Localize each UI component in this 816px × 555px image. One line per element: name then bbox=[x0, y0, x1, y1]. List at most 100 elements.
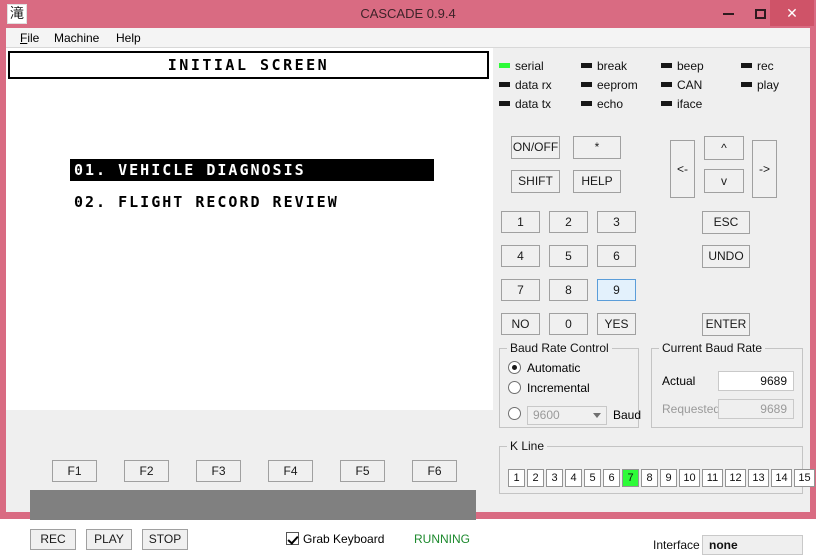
kline-cell-13[interactable]: 13 bbox=[748, 469, 769, 487]
key-yes[interactable]: YES bbox=[597, 313, 636, 335]
kline-cell-2[interactable]: 2 bbox=[527, 469, 544, 487]
key-arrow-left[interactable]: <- bbox=[670, 140, 695, 198]
led-data-tx: data tx bbox=[499, 96, 551, 112]
lcd-display[interactable]: INITIAL SCREEN 01. VEHICLE DIAGNOSIS 02.… bbox=[6, 48, 493, 410]
function-key-f6[interactable]: F6 bbox=[412, 460, 457, 482]
current-baud-rate-group: Current Baud Rate Actual 9689 Requested … bbox=[651, 341, 803, 428]
menu-item-machine[interactable]: Machine bbox=[48, 30, 105, 46]
minimize-icon bbox=[723, 12, 734, 15]
led-label: iface bbox=[677, 97, 703, 111]
key-enter[interactable]: ENTER bbox=[702, 313, 750, 336]
key-2[interactable]: 2 bbox=[549, 211, 588, 233]
key-5[interactable]: 5 bbox=[549, 245, 588, 267]
led-data-rx: data rx bbox=[499, 77, 552, 93]
kline-cell-6[interactable]: 6 bbox=[603, 469, 620, 487]
kline-cell-8[interactable]: 8 bbox=[641, 469, 658, 487]
function-key-f2[interactable]: F2 bbox=[124, 460, 169, 482]
led-indicator-icon bbox=[661, 82, 672, 87]
key-3[interactable]: 3 bbox=[597, 211, 636, 233]
led-beep: beep bbox=[661, 58, 704, 74]
lcd-menu-item-selected[interactable]: 01. VEHICLE DIAGNOSIS bbox=[70, 159, 434, 181]
led-label: CAN bbox=[677, 78, 703, 92]
progress-bar bbox=[30, 490, 476, 520]
requested-value: 9689 bbox=[718, 399, 794, 419]
kline-cell-14[interactable]: 14 bbox=[771, 469, 792, 487]
kline-cell-1[interactable]: 1 bbox=[508, 469, 525, 487]
led-indicator-icon bbox=[499, 82, 510, 87]
radio-icon bbox=[508, 407, 521, 420]
radio-incremental[interactable]: Incremental bbox=[508, 379, 590, 397]
kline-cell-4[interactable]: 4 bbox=[565, 469, 582, 487]
grab-keyboard-checkbox[interactable]: Grab Keyboard bbox=[286, 529, 384, 549]
stop-button[interactable]: STOP bbox=[142, 529, 188, 550]
close-button[interactable]: ✕ bbox=[770, 0, 814, 26]
function-key-panel: F1 F2 F3 F4 F5 F6 REC PLAY STOP Grab Key… bbox=[6, 410, 493, 550]
led-echo: echo bbox=[581, 96, 623, 112]
kline-cell-11[interactable]: 11 bbox=[702, 469, 723, 487]
led-play: play bbox=[741, 77, 779, 93]
led-rec: rec bbox=[741, 58, 774, 74]
menu-item-file[interactable]: File bbox=[14, 30, 45, 46]
key-7[interactable]: 7 bbox=[501, 279, 540, 301]
minimize-button[interactable] bbox=[712, 0, 745, 26]
lcd-menu-item[interactable]: 02. FLIGHT RECORD REVIEW bbox=[70, 191, 339, 213]
led-indicator-icon bbox=[581, 82, 592, 87]
key-8[interactable]: 8 bbox=[549, 279, 588, 301]
grab-keyboard-label: Grab Keyboard bbox=[303, 532, 385, 546]
key-1[interactable]: 1 bbox=[501, 211, 540, 233]
kline-cell-15[interactable]: 15 bbox=[794, 469, 815, 487]
kline-cell-12[interactable]: 12 bbox=[725, 469, 746, 487]
function-key-f5[interactable]: F5 bbox=[340, 460, 385, 482]
key-0[interactable]: 0 bbox=[549, 313, 588, 335]
function-key-f3[interactable]: F3 bbox=[196, 460, 241, 482]
key-undo[interactable]: UNDO bbox=[702, 245, 750, 268]
k-line-group: K Line 1 2 3 4 5 6 7 8 9 10 11 12 13 14 … bbox=[499, 439, 815, 494]
play-button[interactable]: PLAY bbox=[86, 529, 132, 550]
key-9[interactable]: 9 bbox=[597, 279, 636, 301]
kline-cell-10[interactable]: 10 bbox=[679, 469, 700, 487]
key-help[interactable]: HELP bbox=[573, 170, 621, 193]
baud-unit-label: Baud bbox=[613, 408, 642, 422]
led-label: beep bbox=[677, 59, 704, 73]
record-button[interactable]: REC bbox=[30, 529, 76, 550]
kline-cell-9[interactable]: 9 bbox=[660, 469, 677, 487]
left-panel: INITIAL SCREEN 01. VEHICLE DIAGNOSIS 02.… bbox=[6, 48, 493, 550]
led-break: break bbox=[581, 58, 627, 74]
led-label: eeprom bbox=[597, 78, 638, 92]
led-serial: serial bbox=[499, 58, 544, 74]
function-key-f1[interactable]: F1 bbox=[52, 460, 97, 482]
led-iface: iface bbox=[661, 96, 702, 112]
kline-cell-5[interactable]: 5 bbox=[584, 469, 601, 487]
function-key-f4[interactable]: F4 bbox=[268, 460, 313, 482]
key-no[interactable]: NO bbox=[501, 313, 540, 335]
kline-cell-3[interactable]: 3 bbox=[546, 469, 563, 487]
radio-manual-baud[interactable] bbox=[508, 405, 527, 423]
led-indicator-icon bbox=[741, 63, 752, 68]
key-arrow-up[interactable]: ^ bbox=[704, 136, 744, 160]
baud-rate-control-group: Baud Rate Control Automatic Incremental … bbox=[499, 341, 642, 428]
key-6[interactable]: 6 bbox=[597, 245, 636, 267]
interface-label: Interface bbox=[653, 538, 700, 552]
led-label: data rx bbox=[515, 78, 552, 92]
menu-item-help[interactable]: Help bbox=[110, 30, 147, 46]
current-baud-rate-title: Current Baud Rate bbox=[659, 341, 766, 355]
chevron-down-icon bbox=[593, 413, 601, 418]
key-onoff[interactable]: ON/OFF bbox=[511, 136, 560, 159]
key-esc[interactable]: ESC bbox=[702, 211, 750, 234]
led-indicator-icon bbox=[499, 101, 510, 106]
application-window: 滝 CASCADE 0.9.4 ✕ File Machine Help INIT… bbox=[0, 0, 816, 555]
menu-bar: File Machine Help bbox=[6, 28, 810, 48]
key-arrow-down[interactable]: v bbox=[704, 169, 744, 193]
key-star[interactable]: * bbox=[573, 136, 621, 159]
kline-cell-7[interactable]: 7 bbox=[622, 469, 639, 487]
key-arrow-right[interactable]: -> bbox=[752, 140, 777, 198]
key-4[interactable]: 4 bbox=[501, 245, 540, 267]
interface-value: none bbox=[702, 535, 803, 555]
radio-automatic[interactable]: Automatic bbox=[508, 359, 580, 377]
led-indicator-icon bbox=[581, 63, 592, 68]
led-label: break bbox=[597, 59, 628, 73]
key-shift[interactable]: SHIFT bbox=[511, 170, 560, 193]
radio-label: Automatic bbox=[527, 361, 581, 375]
radio-icon bbox=[508, 361, 521, 374]
baud-rate-select[interactable]: 9600 bbox=[527, 406, 607, 425]
